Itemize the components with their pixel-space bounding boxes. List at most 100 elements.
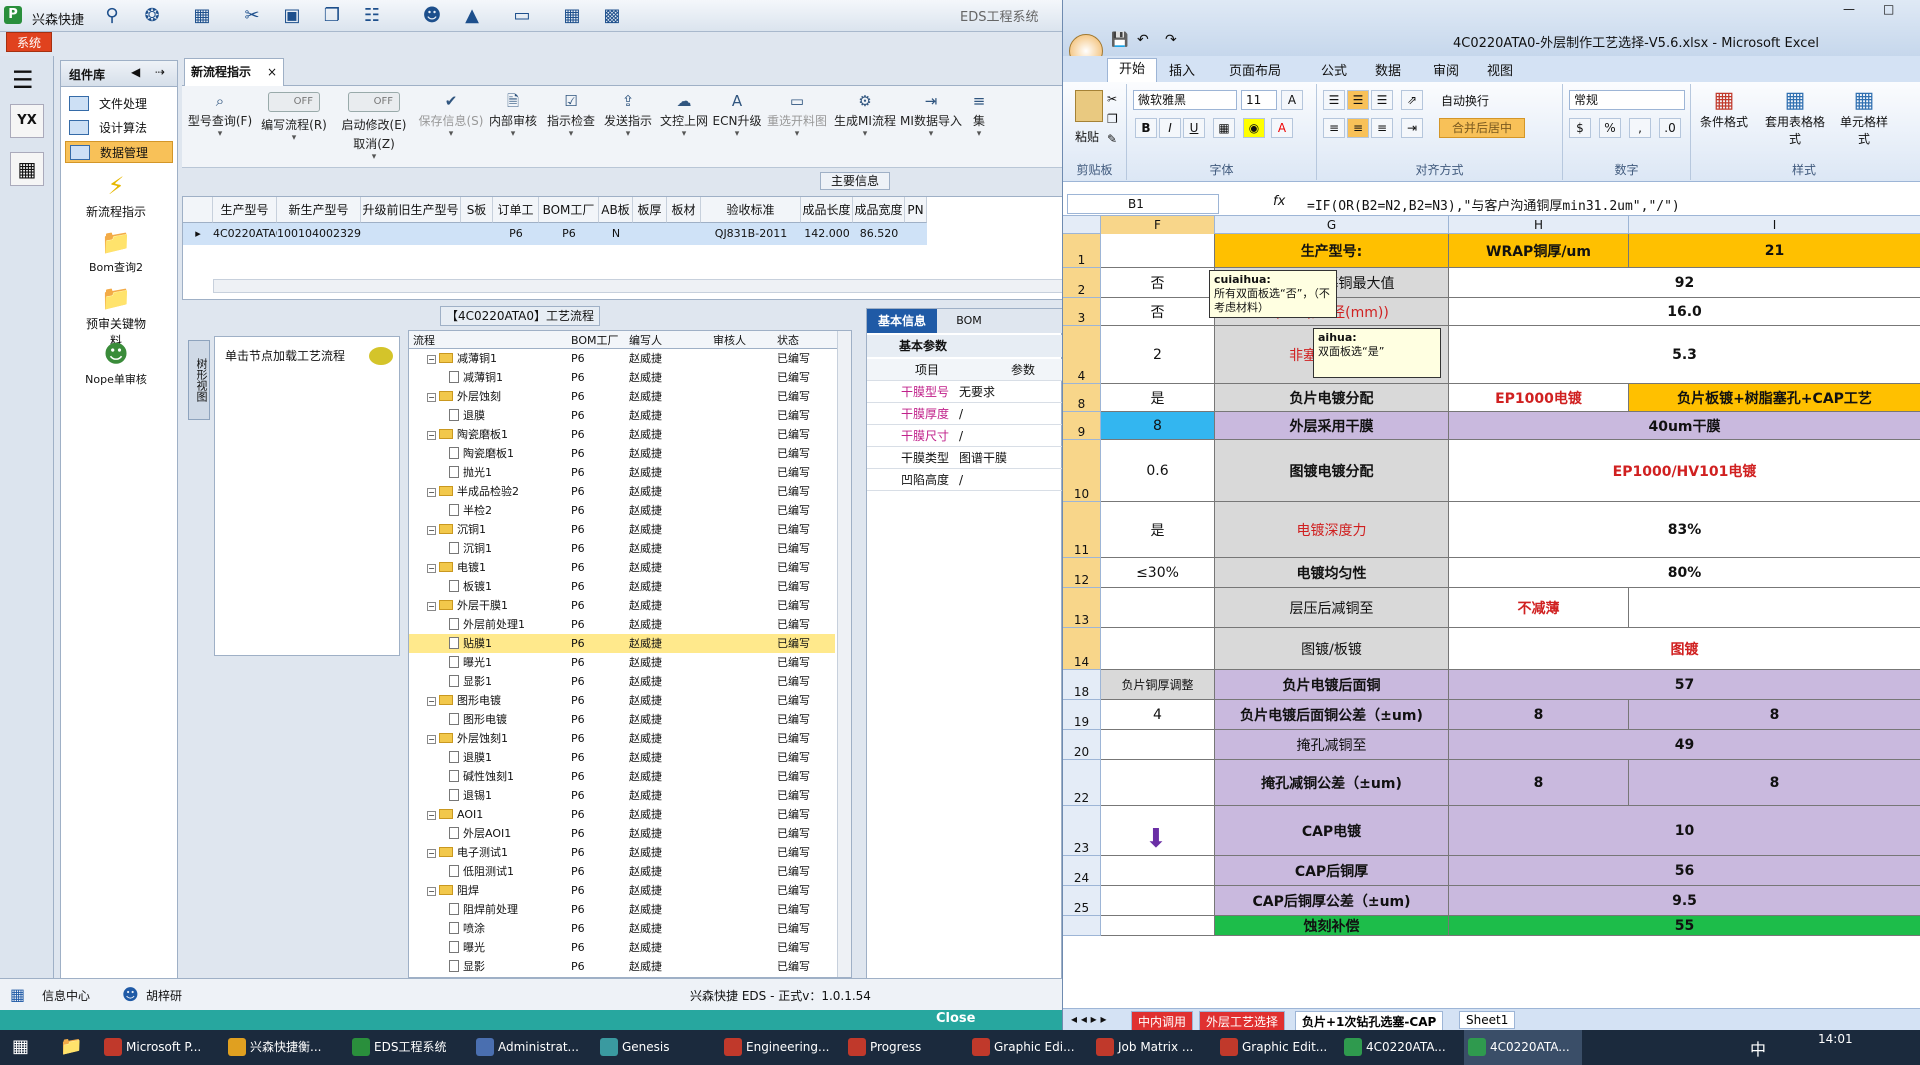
tree-node[interactable]: − 外层干膜1 — [427, 596, 508, 615]
expand-icon[interactable]: − — [427, 526, 436, 535]
expand-icon[interactable]: − — [427, 887, 436, 896]
tree-node[interactable]: − 陶瓷磨板1 — [427, 425, 508, 444]
cell-G24[interactable]: CAP后铜厚 — [1215, 856, 1449, 886]
taskbar-item[interactable]: Graphic Edi... — [968, 1030, 1086, 1065]
border-icon[interactable]: ▦ — [1213, 118, 1235, 138]
font-size-select[interactable]: 11 — [1241, 90, 1277, 110]
tree-row[interactable]: − 陶瓷磨板1 P6 赵威捷 已编写 — [409, 425, 835, 444]
tree-node[interactable]: 碱性蚀刻1 — [449, 767, 514, 786]
row-header[interactable]: 14 — [1063, 628, 1101, 670]
grid-cell[interactable]: P6 — [493, 223, 539, 245]
taskbar-item[interactable]: Progress — [844, 1030, 962, 1065]
taskbar-item[interactable]: 4C0220ATA... — [1340, 1030, 1458, 1065]
tree-node[interactable]: 显影1 — [449, 672, 492, 691]
cell-G19[interactable]: 负片电镀后面铜公差（±um) — [1215, 700, 1449, 730]
grid-cell[interactable] — [633, 223, 667, 245]
format-painter-icon[interactable]: ✎ — [1107, 132, 1117, 146]
grid-cell[interactable]: 10010400232991 — [277, 223, 375, 245]
row-header[interactable]: 2 — [1063, 268, 1101, 298]
row-header[interactable]: 11 — [1063, 502, 1101, 558]
basic-param-row[interactable]: 凹陷高度 / — [867, 469, 1063, 491]
chart-icon[interactable]: ▲ — [460, 5, 484, 27]
column-header-I[interactable]: I — [1629, 216, 1920, 234]
tree-row[interactable]: − 阻焊 P6 赵威捷 已编写 — [409, 881, 835, 900]
tree-row[interactable]: 碱性蚀刻1 P6 赵威捷 已编写 — [409, 767, 835, 786]
maximize-icon[interactable]: □ — [1883, 2, 1894, 16]
cell-F18[interactable]: 负片铜厚调整 — [1101, 670, 1215, 700]
percent-icon[interactable]: % — [1599, 118, 1621, 138]
cut-icon[interactable]: ✂ — [1107, 92, 1117, 106]
row-header[interactable]: 18 — [1063, 670, 1101, 700]
toolbar-button-7[interactable]: ☁ 文控上网 ▾ — [656, 86, 712, 168]
basic-param-row[interactable]: 干膜尺寸 / — [867, 425, 1063, 447]
row-header[interactable]: 8 — [1063, 384, 1101, 412]
cell-I22[interactable]: 8 — [1629, 760, 1920, 806]
cell-H25[interactable]: 9.5 — [1449, 886, 1920, 916]
tree-node[interactable]: 曝光1 — [449, 653, 492, 672]
cell-I13[interactable] — [1629, 588, 1920, 628]
indent-icon[interactable]: ⇥ — [1401, 118, 1423, 138]
column-header-F[interactable]: F — [1101, 216, 1215, 234]
cell-F20[interactable] — [1101, 730, 1215, 760]
toolbar-button-5[interactable]: ☑ 指示检查 ▾ — [542, 86, 600, 168]
conditional-format-button[interactable]: ▦ 条件格式 — [1699, 88, 1749, 130]
tab-basic-info[interactable]: 基本信息 — [867, 309, 937, 333]
tool-nope-review[interactable]: ☻ Nope单审核 — [81, 341, 151, 387]
tree-node[interactable]: 曝光 — [449, 938, 485, 957]
table-format-button[interactable]: ▦ 套用表格格式 — [1765, 88, 1825, 147]
fx-icon[interactable]: fx — [1273, 194, 1285, 209]
cell-H20[interactable]: 49 — [1449, 730, 1920, 760]
tree-node[interactable]: − 半成品检验2 — [427, 482, 519, 501]
expand-icon[interactable]: − — [427, 811, 436, 820]
info-center-label[interactable]: 信息中心 — [42, 987, 90, 1004]
tree-node[interactable]: − 减薄铜1 — [427, 349, 497, 368]
toolbar-button-0[interactable]: ⌕ 型号查询(F) ▾ — [182, 86, 258, 168]
tree-row[interactable]: 退膜 P6 赵威捷 已编写 — [409, 406, 835, 425]
comment-note[interactable]: aihua: 双面板选“是” — [1313, 328, 1441, 378]
row-header[interactable]: 4 — [1063, 326, 1101, 384]
toolbar-button-10[interactable]: ⚙ 生成MI流程 ▾ — [832, 86, 898, 168]
export-icon[interactable]: ▩ — [600, 5, 624, 27]
tree-node[interactable]: − 沉铜1 — [427, 520, 486, 539]
comma-icon[interactable]: , — [1629, 118, 1651, 138]
tree-node[interactable]: − 阻焊 — [427, 881, 479, 900]
toolbar-button-8[interactable]: A ECN升级 ▾ — [712, 86, 762, 168]
save-icon[interactable]: 💾 — [1111, 32, 1128, 48]
cell-H11[interactable]: 83% — [1449, 502, 1920, 558]
sheet-nav-icon[interactable]: ◂ ◂ ▸ ▸ — [1071, 1012, 1107, 1026]
tree-row[interactable]: − 电镀1 P6 赵威捷 已编写 — [409, 558, 835, 577]
row-header[interactable]: 13 — [1063, 588, 1101, 628]
cell-F24[interactable] — [1101, 856, 1215, 886]
currency-icon[interactable]: $ — [1569, 118, 1591, 138]
sidebar-item-data[interactable]: 数据管理 — [65, 141, 173, 163]
basic-param-row[interactable]: 干膜类型 图谱干膜 — [867, 447, 1063, 469]
copy-icon[interactable]: ❐ — [320, 5, 344, 27]
cell-G10[interactable]: 图镀电镀分配 — [1215, 440, 1449, 502]
tab-5[interactable]: 审阅 — [1433, 60, 1459, 79]
row-header[interactable]: 22 — [1063, 760, 1101, 806]
tree-row[interactable]: 板镀1 P6 赵威捷 已编写 — [409, 577, 835, 596]
taskbar-item[interactable]: Microsoft P... — [100, 1030, 218, 1065]
tree-row[interactable]: 低阻测试1 P6 赵威捷 已编写 — [409, 862, 835, 881]
toolbar-button-11[interactable]: ⇥ MI数据导入 ▾ — [898, 86, 964, 168]
tab-2[interactable]: 页面布局 — [1229, 60, 1281, 79]
row-header[interactable]: 10 — [1063, 440, 1101, 502]
tree-node[interactable]: 退膜 — [449, 406, 485, 425]
grid-icon[interactable]: ☷ — [360, 5, 384, 27]
sidebar-item-file[interactable]: 文件处理 — [65, 93, 173, 115]
tool-bom-query[interactable]: 📁 Bom查询2 — [81, 229, 151, 275]
name-box[interactable]: B1 — [1067, 194, 1219, 214]
sheet-tab-2[interactable]: 负片+1次钻孔选塞-CAP — [1295, 1011, 1444, 1032]
fill-color-icon[interactable]: ◉ — [1243, 118, 1265, 138]
row-header[interactable]: 24 — [1063, 856, 1101, 886]
cell-F14[interactable] — [1101, 628, 1215, 670]
cell-H23[interactable]: 10 — [1449, 806, 1920, 856]
file-explorer-icon[interactable]: 📁 — [60, 1036, 82, 1057]
cell-F8[interactable]: 是 — [1101, 384, 1215, 412]
tree-row[interactable]: 外层前处理1 P6 赵威捷 已编写 — [409, 615, 835, 634]
cell-G18[interactable]: 负片电镀后面铜 — [1215, 670, 1449, 700]
user-icon[interactable]: ☻ — [420, 5, 444, 27]
tree-node[interactable]: 外层AOI1 — [449, 824, 511, 843]
tree-row[interactable]: 退锡1 P6 赵威捷 已编写 — [409, 786, 835, 805]
tree-row[interactable]: 抛光1 P6 赵威捷 已编写 — [409, 463, 835, 482]
